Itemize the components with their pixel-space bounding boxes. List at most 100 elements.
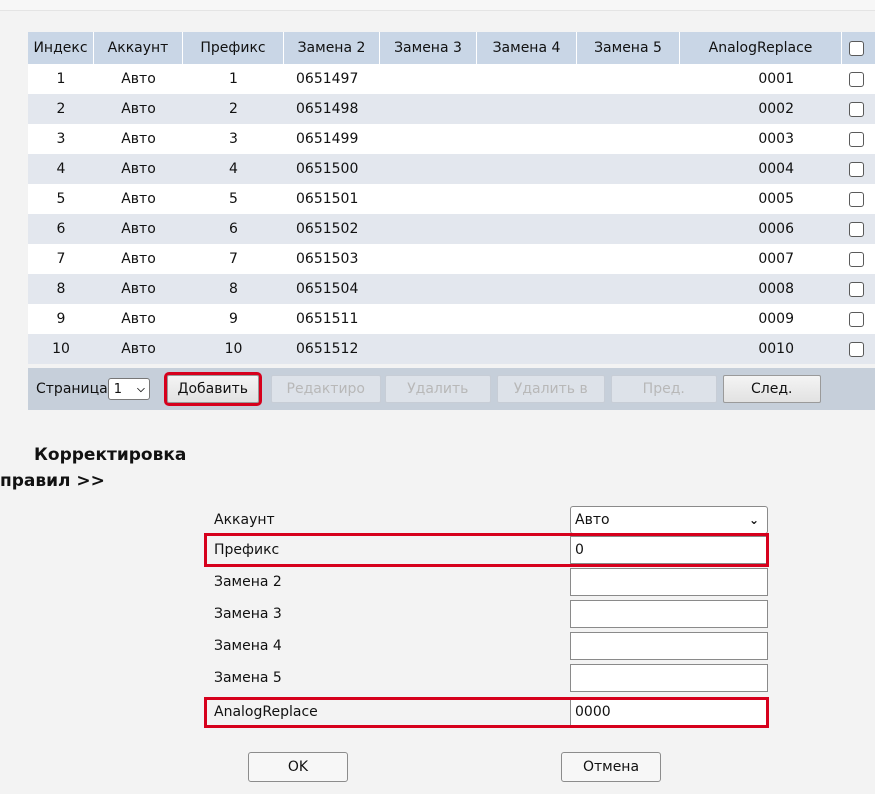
cell-replace3 (380, 124, 477, 154)
cell-replace4 (477, 184, 577, 214)
cell-analog-replace: 0007 (758, 251, 794, 267)
cell-replace3 (380, 274, 477, 304)
add-button[interactable]: Добавить (163, 372, 262, 406)
form-title-line2: правил >> (0, 471, 105, 491)
replace5-row: Замена 5 (210, 664, 770, 692)
row-checkbox[interactable] (848, 311, 864, 327)
table-row[interactable]: 4 Авто 4 0651500 0004 (28, 154, 875, 184)
page-select[interactable]: 1 ⌵ (107, 378, 150, 400)
delete-all-button[interactable]: Удалить в (496, 375, 605, 403)
row-checkbox[interactable] (848, 161, 864, 177)
col-header-index[interactable]: Индекс (28, 32, 94, 64)
prefix-row: Префикс 0 (210, 536, 770, 564)
cell-replace4 (477, 244, 577, 274)
ok-button[interactable]: OK (248, 752, 348, 782)
col-header-prefix[interactable]: Префикс (183, 32, 284, 64)
row-select-cell[interactable] (842, 184, 870, 214)
cell-analog-replace: 0010 (758, 341, 794, 357)
row-checkbox[interactable] (848, 191, 864, 207)
col-header-replace4[interactable]: Замена 4 (477, 32, 577, 64)
col-header-analog-replace[interactable]: AnalogReplace (680, 32, 842, 64)
delete-button[interactable]: Удалить (384, 375, 491, 403)
cancel-button[interactable]: Отмена (561, 752, 661, 782)
row-select-cell[interactable] (842, 334, 870, 364)
row-select-cell[interactable] (842, 304, 870, 334)
cell-prefix: 4 (229, 161, 238, 177)
account-select[interactable]: Авто ⌄ (570, 506, 768, 534)
table-row[interactable]: 6 Авто 6 0651502 0006 (28, 214, 875, 244)
next-page-button[interactable]: След. (722, 375, 821, 403)
col-header-replace2[interactable]: Замена 2 (284, 32, 380, 64)
cell-replace5 (577, 214, 680, 244)
cell-prefix: 1 (229, 71, 238, 87)
cell-replace3 (380, 334, 477, 364)
cell-replace5 (577, 274, 680, 304)
row-checkbox[interactable] (848, 341, 864, 357)
cell-index: 8 (56, 281, 66, 297)
prefix-label: Префикс (214, 542, 280, 558)
cell-prefix: 9 (229, 311, 238, 327)
analog-replace-row: AnalogReplace 0000 (210, 698, 770, 726)
replace4-row: Замена 4 (210, 632, 770, 660)
col-header-replace3[interactable]: Замена 3 (380, 32, 477, 64)
form-title: Корректировка правил >> (0, 442, 186, 494)
chevron-down-icon: ⌵ (137, 383, 145, 395)
cell-replace2: 0651498 (296, 101, 359, 117)
row-select-cell[interactable] (842, 94, 870, 124)
table-row[interactable]: 2 Авто 2 0651498 0002 (28, 94, 875, 124)
cell-index: 7 (56, 251, 66, 267)
replace5-input[interactable] (570, 664, 768, 692)
replace2-label: Замена 2 (214, 574, 282, 590)
row-checkbox[interactable] (848, 251, 864, 267)
row-select-cell[interactable] (842, 124, 870, 154)
row-select-cell[interactable] (842, 64, 870, 94)
prev-page-button[interactable]: Пред. (610, 375, 717, 403)
analog-replace-input[interactable]: 0000 (570, 698, 768, 726)
edit-button[interactable]: Редактиро (270, 375, 381, 403)
table-row[interactable]: 9 Авто 9 0651511 0009 (28, 304, 875, 334)
col-header-account[interactable]: Аккаунт (94, 32, 183, 64)
table-row[interactable]: 5 Авто 5 0651501 0005 (28, 184, 875, 214)
row-checkbox[interactable] (848, 281, 864, 297)
row-checkbox[interactable] (848, 221, 864, 237)
cell-index: 5 (56, 191, 66, 207)
chevron-down-icon: ⌄ (748, 513, 759, 527)
table-row[interactable]: 7 Авто 7 0651503 0007 (28, 244, 875, 274)
row-checkbox[interactable] (848, 131, 864, 147)
replace3-label: Замена 3 (214, 606, 282, 622)
table-row[interactable]: 1 Авто 1 0651497 0001 (28, 64, 875, 94)
cell-index: 1 (56, 71, 66, 87)
row-select-cell[interactable] (842, 214, 870, 244)
cell-replace2: 0651502 (296, 221, 359, 237)
row-checkbox[interactable] (848, 71, 864, 87)
cell-analog-replace: 0009 (758, 311, 794, 327)
cell-replace4 (477, 124, 577, 154)
cell-index: 10 (52, 341, 70, 357)
cell-replace3 (380, 304, 477, 334)
table-row[interactable]: 8 Авто 8 0651504 0008 (28, 274, 875, 304)
cell-replace2: 0651501 (296, 191, 359, 207)
col-header-replace5[interactable]: Замена 5 (577, 32, 680, 64)
select-all-checkbox[interactable] (848, 40, 864, 56)
row-select-cell[interactable] (842, 274, 870, 304)
replace4-input[interactable] (570, 632, 768, 660)
table-row[interactable]: 10 Авто 10 0651512 0010 (28, 334, 875, 364)
cell-index: 2 (56, 101, 66, 117)
replace2-input[interactable] (570, 568, 768, 596)
table-action-bar: Страница 1 ⌵ Добавить Редактиро Удалить … (28, 368, 875, 410)
prefix-rules-table: Индекс Аккаунт Префикс Замена 2 Замена 3… (28, 32, 875, 364)
row-select-cell[interactable] (842, 244, 870, 274)
row-checkbox[interactable] (848, 101, 864, 117)
table-header: Индекс Аккаунт Префикс Замена 2 Замена 3… (28, 32, 875, 64)
cell-replace2: 0651512 (296, 341, 359, 357)
cell-replace3 (380, 244, 477, 274)
row-select-cell[interactable] (842, 154, 870, 184)
cell-account: Авто (121, 341, 156, 357)
cell-replace5 (577, 124, 680, 154)
cell-replace4 (477, 94, 577, 124)
cell-replace5 (577, 184, 680, 214)
prefix-input[interactable]: 0 (570, 536, 768, 564)
table-row[interactable]: 3 Авто 3 0651499 0003 (28, 124, 875, 154)
select-all-cell[interactable] (842, 32, 870, 64)
replace3-input[interactable] (570, 600, 768, 628)
